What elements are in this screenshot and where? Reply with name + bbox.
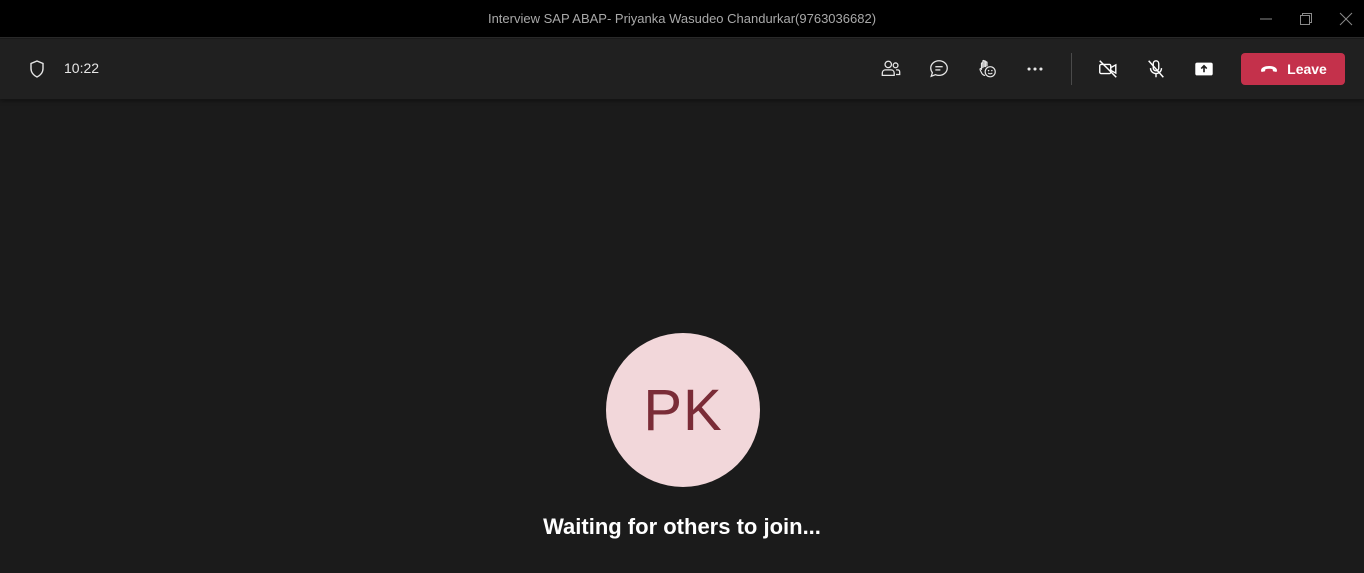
shield-icon bbox=[30, 60, 44, 78]
window-title: Interview SAP ABAP- Priyanka Wasudeo Cha… bbox=[487, 11, 877, 26]
leave-button[interactable]: Leave bbox=[1241, 53, 1345, 85]
restore-button[interactable] bbox=[1286, 0, 1326, 38]
reactions-icon bbox=[979, 59, 996, 78]
chat-icon bbox=[930, 60, 948, 78]
participants-button[interactable] bbox=[875, 53, 907, 85]
meeting-toolbar: 10:22 Leave bbox=[0, 39, 1364, 99]
close-button[interactable] bbox=[1326, 0, 1364, 38]
title-bar: Interview SAP ABAP- Priyanka Wasudeo Cha… bbox=[0, 0, 1364, 38]
hang-up-icon bbox=[1261, 66, 1278, 72]
share-screen-button[interactable] bbox=[1188, 53, 1220, 85]
avatar-initials: PK bbox=[643, 377, 723, 443]
avatar: PK bbox=[606, 333, 760, 487]
people-icon bbox=[881, 60, 901, 77]
toolbar-divider bbox=[1071, 53, 1072, 85]
meeting-timer: 10:22 bbox=[64, 60, 100, 76]
share-screen-icon bbox=[1195, 62, 1213, 76]
minimize-button[interactable] bbox=[1246, 0, 1286, 38]
restore-icon bbox=[1300, 13, 1312, 25]
leave-label: Leave bbox=[1287, 61, 1327, 77]
minimize-icon bbox=[1260, 18, 1272, 20]
waiting-status: Waiting for others to join... bbox=[543, 514, 821, 539]
meeting-info-button[interactable] bbox=[27, 59, 47, 79]
chat-button[interactable] bbox=[923, 53, 955, 85]
more-options-button[interactable] bbox=[1019, 53, 1051, 85]
close-icon bbox=[1339, 12, 1353, 26]
mic-toggle-button[interactable] bbox=[1140, 53, 1172, 85]
more-options-icon bbox=[1027, 67, 1043, 71]
mic-off-icon bbox=[1148, 60, 1164, 78]
camera-toggle-button[interactable] bbox=[1092, 53, 1124, 85]
camera-off-icon bbox=[1099, 60, 1117, 78]
reactions-button[interactable] bbox=[971, 53, 1003, 85]
